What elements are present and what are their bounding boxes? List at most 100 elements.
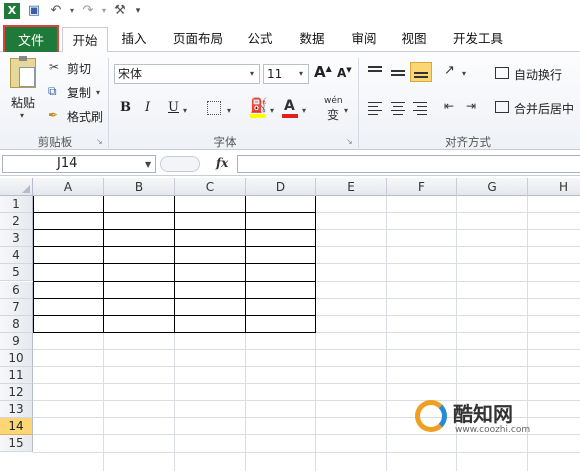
redo-icon[interactable]: ↷ <box>80 3 96 19</box>
increase-indent-icon[interactable]: ⇥ <box>466 99 476 113</box>
border-dropdown-icon[interactable]: ▾ <box>227 106 231 115</box>
shrink-font-button[interactable]: A▼ <box>337 66 352 80</box>
row-header-10[interactable]: 10 <box>0 349 33 367</box>
align-right-icon[interactable] <box>413 101 429 115</box>
formula-splitter[interactable] <box>160 156 200 172</box>
font-launcher-icon[interactable]: ↘ <box>346 137 353 146</box>
underline-button[interactable]: U <box>168 100 179 115</box>
tab-review[interactable]: 审阅 <box>344 25 384 52</box>
font-color-dropdown-icon[interactable]: ▾ <box>302 106 306 115</box>
fill-color-swatch <box>250 114 266 118</box>
tab-view[interactable]: 视图 <box>394 25 434 52</box>
font-color-swatch <box>282 114 298 118</box>
redo-dropdown-icon[interactable]: ▾ <box>96 3 112 19</box>
font-size-dropdown-icon[interactable]: ▾ <box>299 69 303 78</box>
qat-more-icon[interactable]: ▾ <box>130 3 146 19</box>
cut-button[interactable]: 剪切 <box>67 60 91 77</box>
fill-color-dropdown-icon[interactable]: ▾ <box>270 106 274 115</box>
copy-icon: ⧉ <box>48 84 57 98</box>
column-header-e[interactable]: E <box>316 178 387 196</box>
column-header-c[interactable]: C <box>175 178 246 196</box>
decrease-indent-icon[interactable]: ⇤ <box>444 99 454 113</box>
border-icon[interactable] <box>207 101 221 115</box>
row-header-5[interactable]: 5 <box>0 264 33 282</box>
cell-border <box>315 196 316 333</box>
formula-input[interactable] <box>237 155 580 173</box>
row-header-1[interactable]: 1 <box>0 196 33 214</box>
row-header-6[interactable]: 6 <box>0 281 33 299</box>
undo-dropdown-icon[interactable]: ▾ <box>64 3 80 19</box>
select-all-corner[interactable] <box>0 178 33 196</box>
row-header-7[interactable]: 7 <box>0 298 33 316</box>
orientation-icon[interactable]: ↗ <box>444 63 455 78</box>
align-middle-icon[interactable] <box>389 64 407 80</box>
merge-center-button[interactable]: 合并后居中 <box>514 100 574 117</box>
align-center-icon[interactable] <box>391 101 407 115</box>
phonetic-pinyin[interactable]: wén <box>324 96 343 106</box>
align-left-icon[interactable] <box>368 101 384 115</box>
row-header-9[interactable]: 9 <box>0 332 33 350</box>
quick-access-toolbar: X ▣ ↶ ▾ ↷ ▾ ⚒ ▾ <box>0 0 580 25</box>
row-header-2[interactable]: 2 <box>0 213 33 231</box>
clipboard-launcher-icon[interactable]: ↘ <box>96 137 103 146</box>
watermark-brand: 酷知网 <box>453 402 513 426</box>
save-icon[interactable]: ▣ <box>26 3 42 19</box>
name-box-dropdown-icon[interactable]: ▼ <box>145 160 151 169</box>
bold-button[interactable]: B <box>120 100 131 115</box>
wrap-text-button[interactable]: 自动换行 <box>514 66 562 83</box>
paste-dropdown-icon[interactable]: ▾ <box>20 111 24 120</box>
font-name-dropdown-icon[interactable]: ▾ <box>250 69 254 78</box>
format-painter-icon: ✒ <box>48 108 59 122</box>
paste-button[interactable]: 粘贴 <box>11 94 35 111</box>
font-color-button[interactable]: A <box>284 98 295 114</box>
column-header-f[interactable]: F <box>387 178 457 196</box>
column-header-d[interactable]: D <box>246 178 316 196</box>
align-top-icon[interactable] <box>366 64 384 80</box>
watermark-logo-icon <box>415 400 447 432</box>
row-header-11[interactable]: 11 <box>0 367 33 385</box>
align-bottom-icon[interactable] <box>410 62 432 82</box>
gridline <box>386 196 387 471</box>
column-header-h[interactable]: H <box>528 178 580 196</box>
tab-insert[interactable]: 插入 <box>114 25 154 52</box>
row-header-4[interactable]: 4 <box>0 247 33 265</box>
insert-function-button[interactable]: fx <box>216 156 228 170</box>
row-header-12[interactable]: 12 <box>0 384 33 402</box>
format-painter-button[interactable]: 格式刷 <box>67 108 103 125</box>
column-header-a[interactable]: A <box>33 178 104 196</box>
copy-dropdown-icon[interactable]: ▾ <box>96 88 100 97</box>
tab-developer[interactable]: 开发工具 <box>446 25 510 52</box>
cut-icon: ✂ <box>49 60 60 74</box>
name-box[interactable]: J14 <box>2 155 156 173</box>
tab-home[interactable]: 开始 <box>62 27 108 53</box>
excel-icon[interactable]: X <box>4 3 20 19</box>
row-header-8[interactable]: 8 <box>0 315 33 333</box>
paste-icon[interactable] <box>10 56 36 88</box>
orientation-dropdown-icon[interactable]: ▾ <box>462 69 466 78</box>
phonetic-button[interactable]: 变 <box>327 106 339 123</box>
row-header-14[interactable]: 14 <box>0 418 33 436</box>
font-name-select[interactable]: 宋体 <box>114 64 260 84</box>
column-header-g[interactable]: G <box>457 178 528 196</box>
copy-button[interactable]: 复制 <box>67 84 91 101</box>
row-header-3[interactable]: 3 <box>0 230 33 248</box>
italic-button[interactable]: I <box>145 100 150 115</box>
row-header-13[interactable]: 13 <box>0 401 33 419</box>
phonetic-dropdown-icon[interactable]: ▾ <box>344 106 348 115</box>
customize-icon[interactable]: ⚒ <box>112 3 128 19</box>
tab-data[interactable]: 数据 <box>292 25 332 52</box>
cell-border <box>103 196 104 333</box>
cell-border <box>33 246 316 248</box>
row-header-15[interactable]: 15 <box>0 435 33 453</box>
cell-border <box>33 314 316 316</box>
fill-color-icon[interactable]: ⛽ <box>250 98 267 114</box>
tab-formulas[interactable]: 公式 <box>240 25 280 52</box>
tab-page-layout[interactable]: 页面布局 <box>162 25 234 52</box>
watermark-url: www.coozhi.com <box>455 425 531 435</box>
undo-icon[interactable]: ↶ <box>48 3 64 19</box>
cell-border <box>33 331 316 333</box>
column-header-b[interactable]: B <box>104 178 175 196</box>
tab-file[interactable]: 文件 <box>3 25 59 54</box>
grow-font-button[interactable]: A▲ <box>314 63 332 81</box>
underline-dropdown-icon[interactable]: ▾ <box>183 106 187 115</box>
